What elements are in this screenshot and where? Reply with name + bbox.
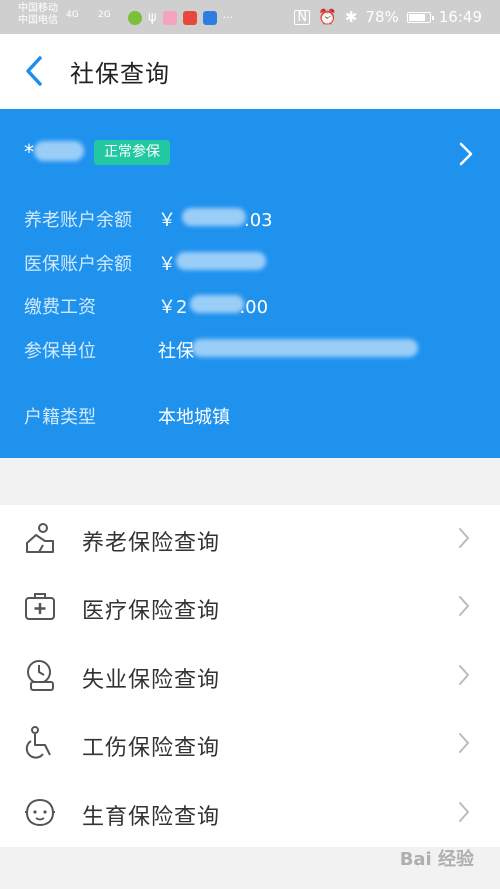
- insurance-summary-card[interactable]: * 正常参保 养老账户余额 ￥ .03 医保账户余额 ￥ 缴费工资 ￥2.00 参…: [0, 109, 500, 458]
- status-badge: 正常参保: [94, 140, 170, 165]
- alarm-icon: ⏰: [318, 8, 337, 26]
- chevron-right-icon: [459, 528, 469, 548]
- carrier-info: 中国移动 中国电信: [18, 3, 58, 27]
- redaction-mask: [182, 208, 246, 226]
- watermark: Bai 经验: [399, 849, 474, 870]
- baby-icon: [25, 798, 55, 827]
- row-value: 社保: [158, 337, 418, 363]
- chevron-right-icon: [459, 802, 469, 822]
- menu-item-label: 生育保险查询: [82, 805, 221, 830]
- menu-item-work-injury[interactable]: 工伤保险查询: [0, 710, 500, 778]
- row-value: ￥: [158, 250, 266, 276]
- menu-item-pension[interactable]: 养老保险查询: [0, 505, 500, 573]
- bluetooth-icon: ✱: [344, 8, 358, 26]
- chevron-right-icon: [459, 596, 469, 616]
- redaction-mask: [192, 339, 418, 357]
- chevron-right-icon: [459, 142, 473, 166]
- menu-item-medical[interactable]: 医疗保险查询: [0, 573, 500, 641]
- battery-percent: 78%: [365, 8, 399, 26]
- app-notification-icon: [162, 10, 177, 25]
- chevron-right-icon: [459, 665, 469, 685]
- nfc-icon: N: [294, 9, 311, 25]
- status-bar: 中国移动 中国电信 4G 2G ψ ··· N ⏰ ✱ 78% 16:49: [0, 0, 500, 34]
- more-notifications-icon: ···: [222, 11, 234, 24]
- row-label: 养老账户余额: [24, 210, 132, 231]
- insurance-menu: 养老保险查询 医疗保险查询 失业保险查询 工伤保险查询 生育保险查询: [0, 505, 500, 847]
- app-notification-icon: [182, 10, 197, 25]
- medical-kit-icon: [25, 593, 55, 620]
- row-value: 本地城镇: [158, 407, 230, 428]
- household-type-row: 户籍类型 本地城镇: [24, 403, 230, 429]
- notification-icons: ψ ···: [128, 10, 233, 25]
- clock: 16:49: [438, 8, 482, 26]
- app-header: 社保查询: [0, 34, 500, 109]
- usb-icon: ψ: [148, 10, 157, 25]
- status-right: N ⏰ ✱ 78% 16:49: [294, 8, 482, 26]
- contribution-wage-row: 缴费工资 ￥2.00: [24, 293, 268, 319]
- row-value: ￥ .03: [158, 208, 273, 231]
- elderly-icon: [26, 523, 54, 553]
- carrier-2: 中国电信: [18, 15, 58, 26]
- back-button[interactable]: [20, 54, 50, 88]
- signal-1-label: 4G: [66, 10, 79, 20]
- menu-item-label: 工伤保险查询: [82, 736, 221, 761]
- employer-row: 参保单位 社保: [24, 337, 418, 363]
- signal-2-label: 2G: [98, 10, 111, 20]
- wheelchair-icon: [25, 726, 51, 759]
- app-notification-icon: [128, 10, 142, 25]
- menu-item-label: 医疗保险查询: [82, 599, 221, 624]
- unemployment-icon: [27, 660, 54, 691]
- carrier-1: 中国移动: [18, 3, 58, 14]
- pension-balance-row: 养老账户余额 ￥ .03: [24, 206, 273, 232]
- row-label: 医保账户余额: [24, 254, 132, 275]
- menu-item-label: 养老保险查询: [82, 531, 221, 556]
- menu-item-unemployment[interactable]: 失业保险查询: [0, 642, 500, 710]
- page-title: 社保查询: [70, 60, 170, 88]
- chevron-left-icon: [26, 56, 42, 86]
- medical-balance-row: 医保账户余额 ￥: [24, 250, 266, 276]
- row-label: 参保单位: [24, 341, 96, 362]
- redaction-mask: [34, 141, 84, 161]
- menu-item-maternity[interactable]: 生育保险查询: [0, 779, 500, 847]
- redaction-mask: [190, 295, 244, 313]
- row-label: 缴费工资: [24, 297, 96, 318]
- row-label: 户籍类型: [24, 407, 96, 428]
- battery-icon: [406, 11, 434, 23]
- row-value: ￥2.00: [158, 295, 269, 318]
- redaction-mask: [176, 252, 266, 270]
- user-name: *: [24, 140, 34, 164]
- chevron-right-icon: [459, 733, 469, 753]
- app-notification-icon: [202, 10, 217, 25]
- menu-item-label: 失业保险查询: [82, 668, 221, 693]
